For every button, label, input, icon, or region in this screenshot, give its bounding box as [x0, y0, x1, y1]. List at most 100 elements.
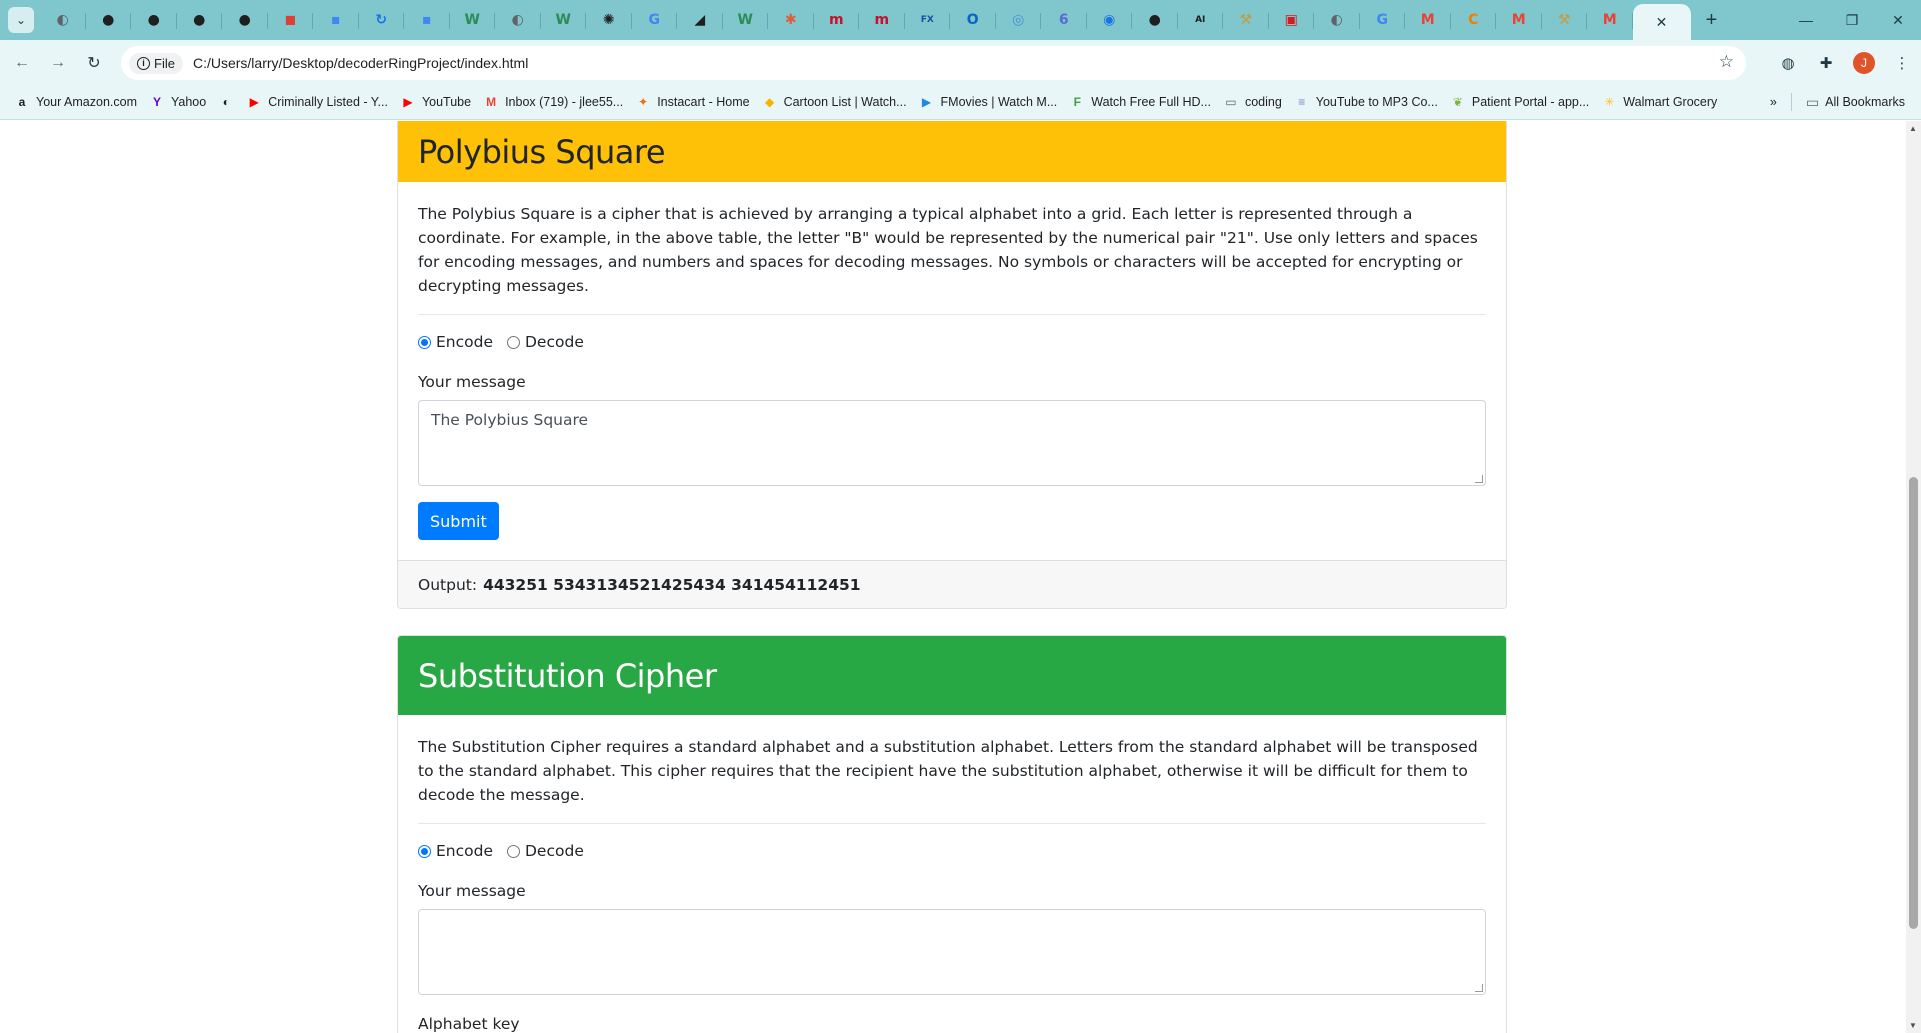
m-icon: m [874, 12, 890, 28]
bookmark-item[interactable]: ◆ Cartoon List | Watch... [756, 89, 913, 115]
browser-tab[interactable]: ✺ [586, 0, 632, 40]
browser-tab[interactable]: C [1451, 0, 1497, 40]
address-bar[interactable]: i File C:/Users/larry/Desktop/decoderRin… [121, 46, 1746, 80]
new-tab-button[interactable]: + [1695, 3, 1729, 37]
w-icon: W [737, 12, 753, 28]
more-bookmarks-button[interactable]: » [1764, 89, 1783, 115]
submit-button[interactable]: Submit [418, 502, 499, 540]
browser-tab[interactable]: ▪ [313, 0, 359, 40]
encode-radio[interactable] [418, 844, 431, 858]
browser-tab[interactable]: M [1587, 0, 1633, 40]
ai-icon: AI [1195, 15, 1206, 25]
browser-tab[interactable]: ◼ [268, 0, 314, 40]
bookmark-item[interactable]: M Inbox (719) - jlee55... [477, 89, 629, 115]
browser-tab[interactable]: ✱ [768, 0, 814, 40]
bookmark-star-icon[interactable]: ☆ [1719, 52, 1734, 72]
decode-radio[interactable] [507, 335, 520, 349]
browser-tab[interactable]: ◐ [1314, 0, 1360, 40]
browser-tab[interactable]: W [450, 0, 496, 40]
encode-radio[interactable] [418, 335, 431, 349]
substitution-card: Substitution Cipher The Substitution Cip… [397, 635, 1507, 1033]
substitution-decode-option[interactable]: Decode [507, 842, 584, 860]
back-button[interactable]: ← [4, 45, 40, 81]
browser-tab[interactable]: W [541, 0, 587, 40]
browser-tab[interactable]: G [1360, 0, 1406, 40]
browser-tab[interactable]: m [859, 0, 905, 40]
close-tab-icon[interactable]: ✕ [1656, 14, 1668, 31]
scroll-thumb[interactable] [1909, 477, 1918, 929]
polybius-mode-group: Encode Decode [418, 333, 1486, 351]
google-icon: G [1376, 12, 1389, 28]
browser-tab[interactable]: ▣ [1269, 0, 1315, 40]
extension-g-icon[interactable]: ◍ [1769, 44, 1807, 82]
polybius-body: The Polybius Square is a cipher that is … [398, 182, 1506, 540]
browser-tab[interactable]: ⚒ [1542, 0, 1588, 40]
menu-kebab-icon[interactable]: ⋮ [1883, 44, 1921, 82]
browser-tab[interactable]: M [1405, 0, 1451, 40]
browser-tab[interactable]: ● [131, 0, 177, 40]
restore-button[interactable]: ❐ [1829, 0, 1875, 40]
scroll-up-icon[interactable]: ▲ [1909, 124, 1917, 133]
browser-tab[interactable]: W [723, 0, 769, 40]
cartoon-icon: ◆ [764, 95, 775, 109]
scroll-down-icon[interactable]: ▼ [1909, 1021, 1917, 1030]
forward-button[interactable]: → [40, 45, 76, 81]
active-tab[interactable]: ✕ [1632, 4, 1691, 40]
decode-radio[interactable] [507, 844, 520, 858]
browser-tab[interactable]: ● [222, 0, 268, 40]
browser-tab[interactable]: ◎ [996, 0, 1042, 40]
bookmark-item[interactable]: ▶ YouTube [394, 89, 477, 115]
bookmark-item[interactable]: Y Yahoo [143, 89, 212, 115]
polybius-message-input[interactable]: The Polybius Square [418, 400, 1486, 486]
browser-tab[interactable]: ● [177, 0, 223, 40]
browser-tab[interactable]: ● [1132, 0, 1178, 40]
browser-tab[interactable]: ⚒ [1223, 0, 1269, 40]
minimize-button[interactable]: — [1783, 0, 1829, 40]
browser-tab[interactable]: G [632, 0, 678, 40]
extensions-puzzle-icon[interactable]: ✚ [1807, 44, 1845, 82]
bookmark-item[interactable]: F Watch Free Full HD... [1063, 89, 1217, 115]
profile-button[interactable]: J [1845, 44, 1883, 82]
site-chip-label: File [154, 55, 175, 71]
resize-handle-icon[interactable] [1475, 475, 1483, 483]
bookmark-item[interactable]: ❦ Patient Portal - app... [1444, 89, 1595, 115]
polybius-decode-option[interactable]: Decode [507, 333, 584, 351]
bookmark-item[interactable]: a Your Amazon.com [8, 89, 143, 115]
browser-tab[interactable]: AI [1178, 0, 1224, 40]
substitution-encode-option[interactable]: Encode [418, 842, 493, 860]
polybius-encode-option[interactable]: Encode [418, 333, 493, 351]
browser-tab[interactable]: M [1496, 0, 1542, 40]
close-window-button[interactable]: ✕ [1875, 0, 1921, 40]
bookmark-item[interactable]: ▭ coding [1217, 89, 1288, 115]
refresh-icon: ↻ [375, 12, 388, 28]
substitution-message-input[interactable] [418, 909, 1486, 995]
bookmark-item[interactable]: ✳ Walmart Grocery [1595, 89, 1723, 115]
folder-icon: ▭ [1805, 93, 1820, 110]
bookmark-item[interactable]: ◐ [212, 89, 240, 115]
browser-tab[interactable]: 6 [1041, 0, 1087, 40]
browser-tab[interactable]: ◐ [495, 0, 541, 40]
site-info-chip[interactable]: i File [129, 52, 183, 74]
browser-tab[interactable]: FX [905, 0, 951, 40]
browser-tab[interactable]: ◉ [1087, 0, 1133, 40]
browser-tab[interactable]: m [814, 0, 860, 40]
browser-tab[interactable]: ↻ [359, 0, 405, 40]
browser-tab[interactable]: ◐ [40, 0, 86, 40]
polybius-header: Polybius Square [398, 121, 1506, 182]
url-text[interactable]: C:/Users/larry/Desktop/decoderRingProjec… [193, 55, 528, 71]
browser-tab[interactable]: O [950, 0, 996, 40]
bookmark-item[interactable]: ≡ YouTube to MP3 Co... [1288, 89, 1444, 115]
resize-handle-icon[interactable] [1475, 984, 1483, 992]
bookmark-item[interactable]: ✦ Instacart - Home [629, 89, 755, 115]
page-scrollbar[interactable]: ▲ ▼ [1906, 121, 1921, 1033]
bookmark-item[interactable]: ▶ FMovies | Watch M... [913, 89, 1064, 115]
browser-tab[interactable]: ● [86, 0, 132, 40]
github-icon: ● [147, 12, 160, 28]
reload-button[interactable]: ↻ [76, 45, 112, 81]
chevron-down-icon: ⌄ [15, 13, 27, 27]
all-bookmarks-button[interactable]: ▭ All Bookmarks [1800, 89, 1911, 115]
tab-search-button[interactable]: ⌄ [8, 7, 34, 33]
bookmark-item[interactable]: ▶ Criminally Listed - Y... [240, 89, 394, 115]
browser-tab[interactable]: ◢ [677, 0, 723, 40]
browser-tab[interactable]: ▪ [404, 0, 450, 40]
